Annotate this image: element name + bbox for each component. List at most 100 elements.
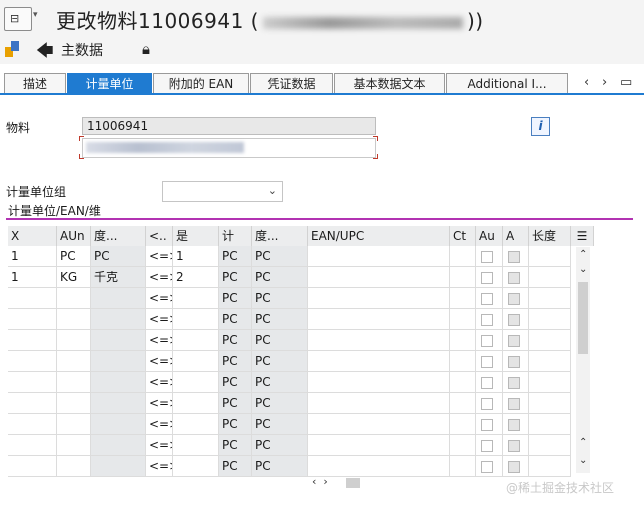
cell-aun[interactable] (57, 393, 91, 414)
row-checkbox[interactable] (481, 461, 493, 473)
cell-measure[interactable] (91, 372, 146, 393)
col-header-ean[interactable]: EAN/UPC (308, 226, 450, 246)
cell-ct[interactable] (450, 372, 476, 393)
cell-au[interactable] (476, 246, 503, 267)
cell-op[interactable]: <=> (146, 414, 173, 435)
cell-length[interactable] (529, 288, 571, 309)
cell-measure[interactable] (91, 435, 146, 456)
cell-length[interactable] (529, 246, 571, 267)
cell-x[interactable] (8, 351, 57, 372)
cell-x[interactable]: 1 (8, 267, 57, 288)
chevron-down-icon[interactable]: ⌄ (268, 184, 277, 197)
cell-measure2[interactable]: PC (252, 288, 308, 309)
cell-unit[interactable]: PC (219, 393, 252, 414)
cell-measure[interactable] (91, 414, 146, 435)
cell-is[interactable] (173, 309, 219, 330)
cell-unit[interactable]: PC (219, 246, 252, 267)
window-menu-dropdown-icon[interactable]: ▾ (33, 10, 38, 20)
cell-unit[interactable]: PC (219, 414, 252, 435)
cell-is[interactable] (173, 330, 219, 351)
cell-measure[interactable] (91, 351, 146, 372)
cell-ct[interactable] (450, 246, 476, 267)
cell-ean[interactable] (308, 372, 450, 393)
cell-measure[interactable]: 千克 (91, 267, 146, 288)
cell-ct[interactable] (450, 267, 476, 288)
cell-length[interactable] (529, 351, 571, 372)
cell-length[interactable] (529, 309, 571, 330)
cell-au[interactable] (476, 288, 503, 309)
tab-additional-info[interactable]: Additional I... (446, 73, 568, 94)
col-header-au[interactable]: Au (476, 226, 503, 246)
other-material-icon[interactable] (5, 41, 19, 57)
cell-ct[interactable] (450, 330, 476, 351)
tab-basic-data-text[interactable]: 基本数据文本 (334, 73, 445, 94)
cell-is[interactable] (173, 435, 219, 456)
cell-ean[interactable] (308, 456, 450, 477)
row-checkbox[interactable] (481, 272, 493, 284)
cell-x[interactable] (8, 288, 57, 309)
cell-unit[interactable]: PC (219, 309, 252, 330)
col-header-aun[interactable]: AUn (57, 226, 91, 246)
cell-op[interactable]: <=> (146, 267, 173, 288)
cell-op[interactable]: <=> (146, 435, 173, 456)
cell-is[interactable] (173, 351, 219, 372)
cell-aun[interactable] (57, 372, 91, 393)
column-settings-icon[interactable]: ☰ (571, 226, 594, 246)
info-icon[interactable]: i (531, 117, 550, 136)
cell-op[interactable]: <=> (146, 456, 173, 477)
cell-measure2[interactable]: PC (252, 393, 308, 414)
row-checkbox[interactable] (481, 377, 493, 389)
cell-length[interactable] (529, 393, 571, 414)
cell-au[interactable] (476, 456, 503, 477)
cell-a[interactable] (503, 288, 529, 309)
cell-a[interactable] (503, 330, 529, 351)
scroll-top-icon[interactable]: ⌃ (579, 249, 587, 260)
cell-is[interactable] (173, 414, 219, 435)
col-header-ct[interactable]: Ct (450, 226, 476, 246)
cell-measure2[interactable]: PC (252, 435, 308, 456)
row-checkbox[interactable] (481, 251, 493, 263)
cell-ean[interactable] (308, 267, 450, 288)
cell-aun[interactable] (57, 414, 91, 435)
row-checkbox[interactable] (481, 314, 493, 326)
cell-ct[interactable] (450, 456, 476, 477)
scroll-bottom-icon[interactable]: ⌄ (579, 455, 587, 466)
col-header-measure[interactable]: 度... (91, 226, 146, 246)
cell-aun[interactable] (57, 456, 91, 477)
cell-ct[interactable] (450, 309, 476, 330)
cell-x[interactable] (8, 330, 57, 351)
cell-length[interactable] (529, 435, 571, 456)
cell-a[interactable] (503, 351, 529, 372)
cell-a[interactable] (503, 267, 529, 288)
row-checkbox[interactable] (481, 356, 493, 368)
cell-ct[interactable] (450, 393, 476, 414)
back-arrow-icon[interactable]: 🡄 (36, 38, 54, 67)
uom-group-select[interactable]: ⌄ (162, 181, 283, 202)
cell-measure2[interactable]: PC (252, 414, 308, 435)
row-checkbox[interactable] (481, 419, 493, 431)
window-menu-icon[interactable]: ⊟ (4, 7, 32, 31)
cell-au[interactable] (476, 414, 503, 435)
row-checkbox[interactable] (481, 440, 493, 452)
cell-unit[interactable]: PC (219, 330, 252, 351)
cell-measure[interactable]: PC (91, 246, 146, 267)
cell-aun[interactable] (57, 435, 91, 456)
cell-ean[interactable] (308, 351, 450, 372)
scroll-up-icon[interactable]: ⌃ (579, 437, 587, 448)
cell-aun[interactable] (57, 351, 91, 372)
cell-measure2[interactable]: PC (252, 309, 308, 330)
cell-x[interactable] (8, 393, 57, 414)
cell-measure2[interactable]: PC (252, 267, 308, 288)
cell-aun[interactable]: KG (57, 267, 91, 288)
col-header-unit[interactable]: 计 (219, 226, 252, 246)
cell-measure[interactable] (91, 288, 146, 309)
cell-ean[interactable] (308, 309, 450, 330)
cell-ean[interactable] (308, 435, 450, 456)
cell-unit[interactable]: PC (219, 288, 252, 309)
cell-x[interactable] (8, 372, 57, 393)
tab-units-of-measure[interactable]: 计量单位 (67, 73, 152, 94)
cell-measure2[interactable]: PC (252, 330, 308, 351)
col-header-x[interactable]: X (8, 226, 57, 246)
cell-a[interactable] (503, 372, 529, 393)
cell-ct[interactable] (450, 288, 476, 309)
